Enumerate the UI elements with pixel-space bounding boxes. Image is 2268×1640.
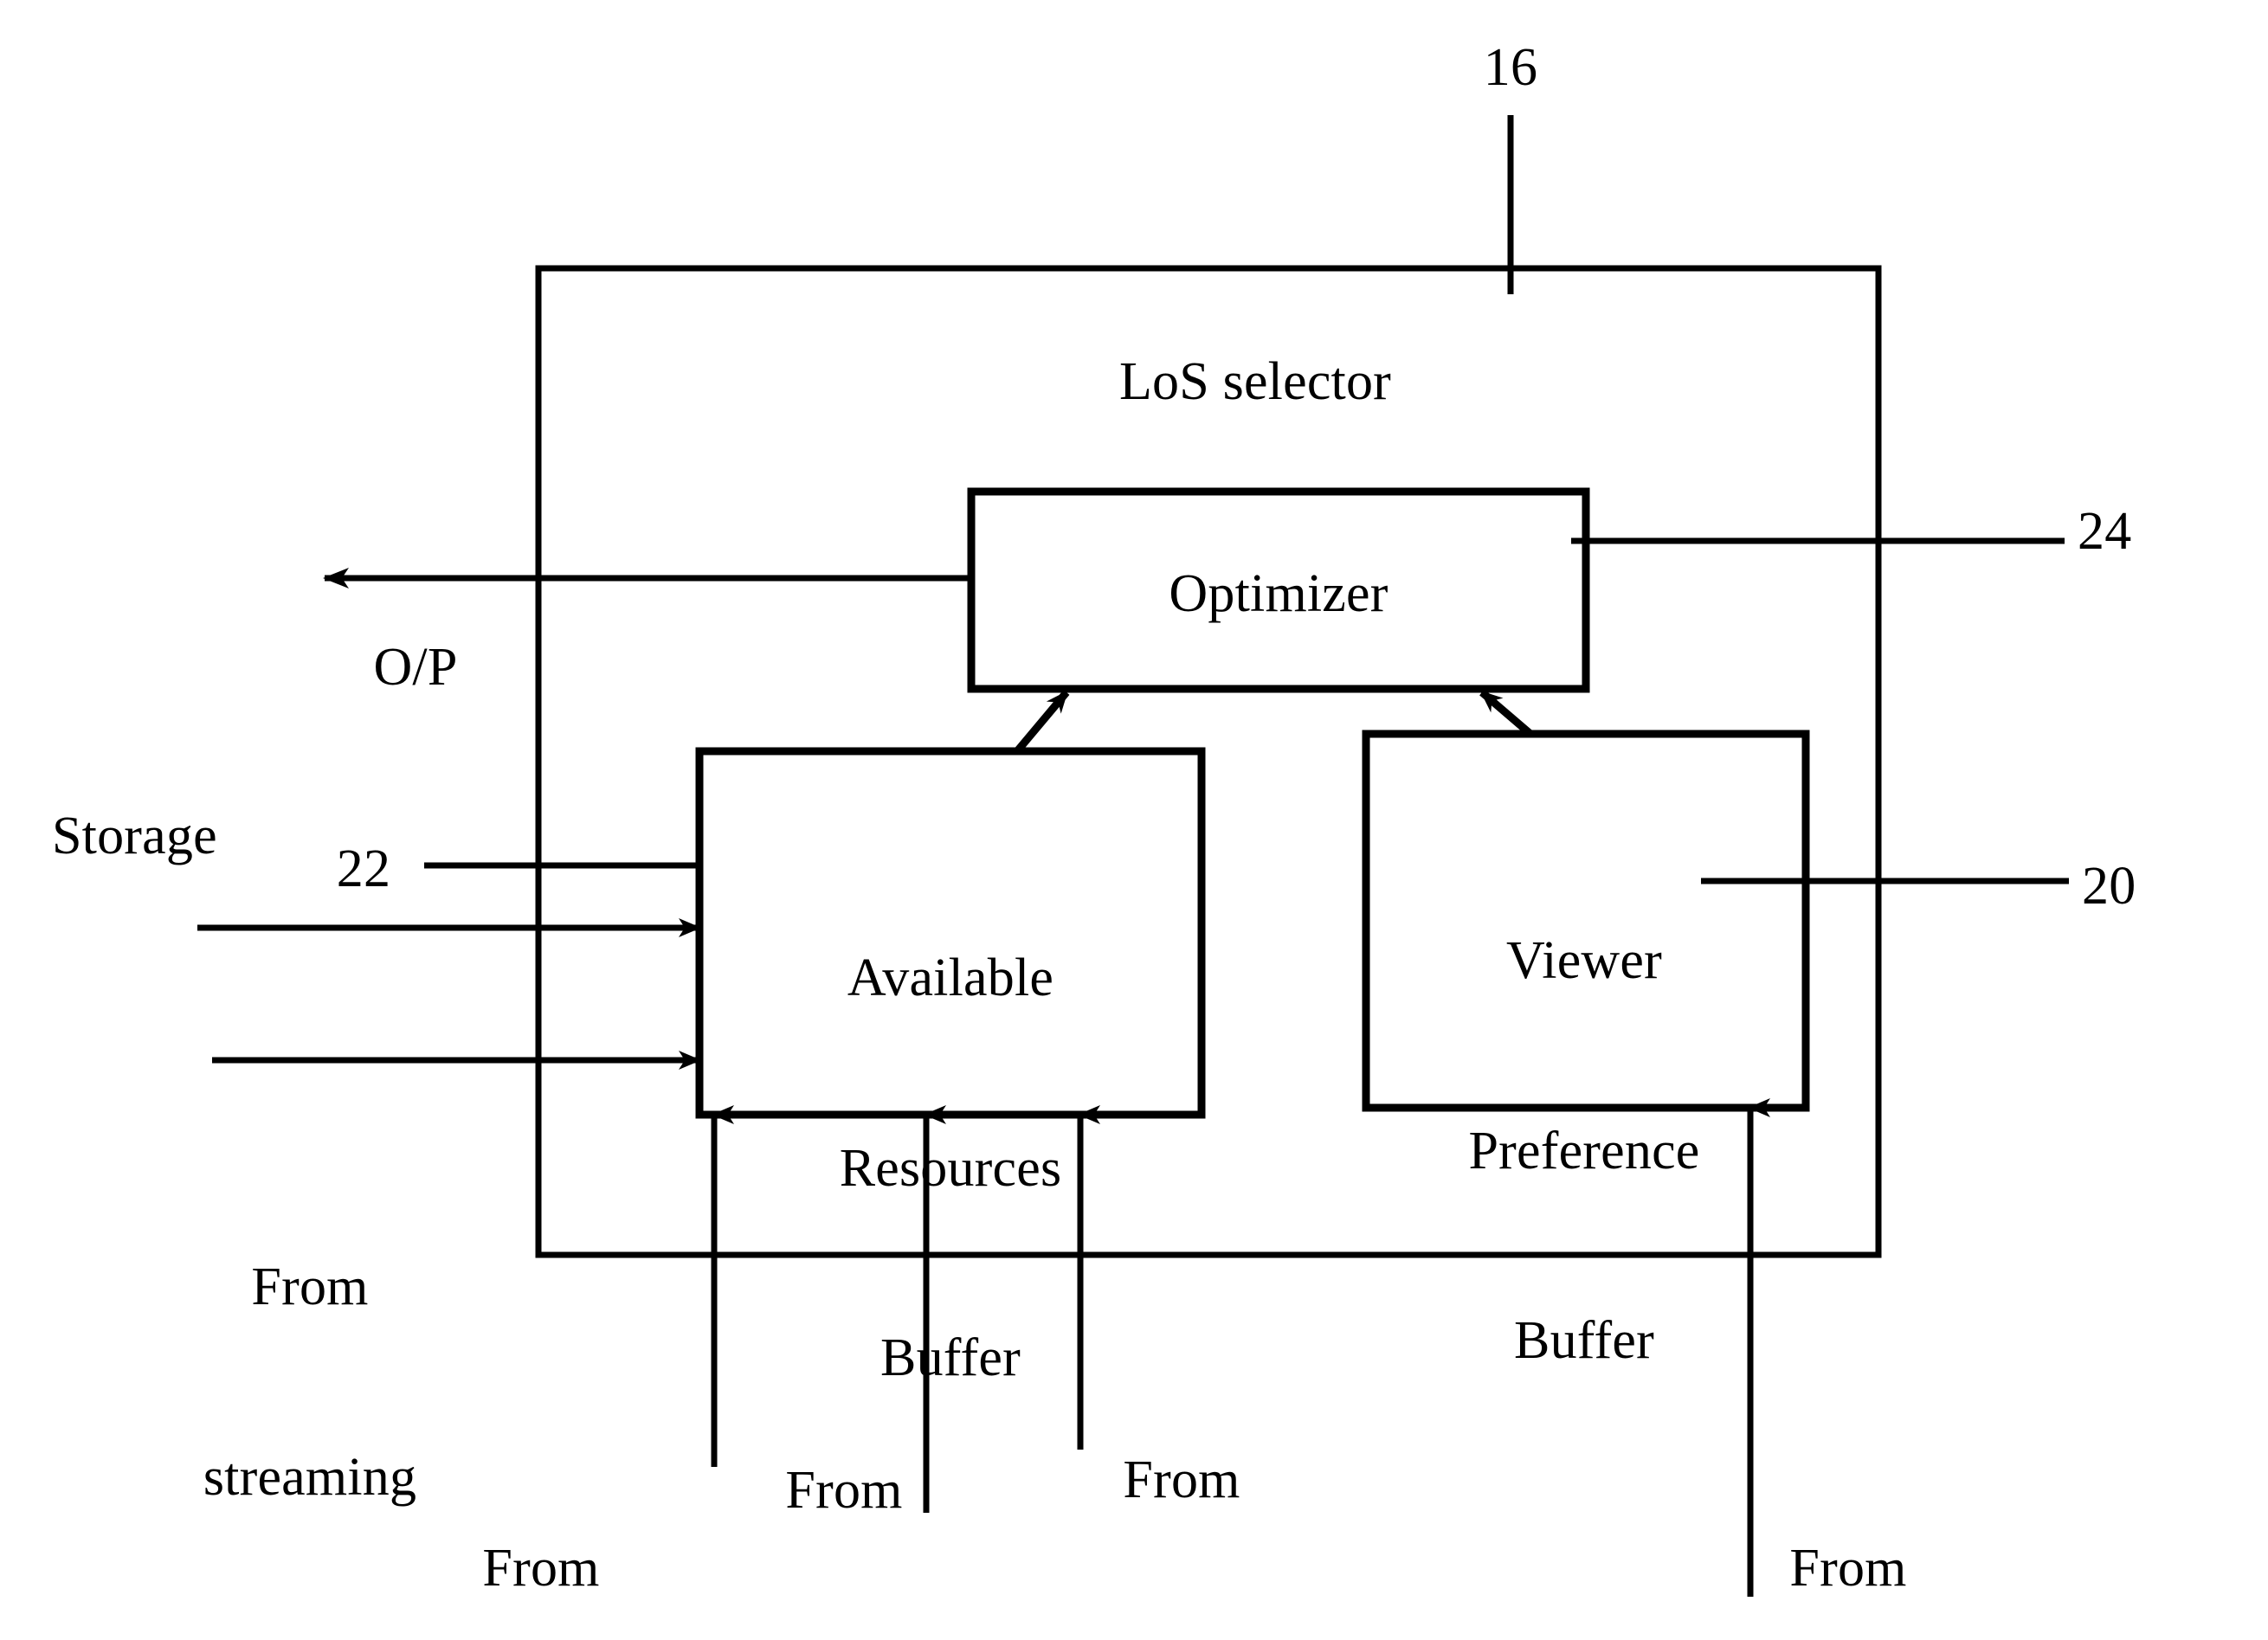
from-streaming-source-line-1: From xyxy=(251,1257,369,1317)
from-channel-label: From channel xyxy=(760,1333,928,1640)
ref-numeral-24: 24 xyxy=(2078,502,2132,561)
arb-label-line-1: Available xyxy=(847,949,1054,1008)
storage-label: Storage xyxy=(52,807,217,865)
ref-numeral-22: 22 xyxy=(336,839,391,898)
from-streaming-source-line-3: source xyxy=(203,1636,416,1640)
optimizer-label: Optimizer xyxy=(1169,564,1389,623)
from-streaming-source-line-2: streaming xyxy=(203,1447,417,1507)
figure-canvas: 16 LoS selector Optimizer 24 O/P Storage… xyxy=(0,0,2268,1640)
from-channel-line-1: From xyxy=(785,1461,903,1521)
vpb-to-optimizer-arrow xyxy=(1479,689,1533,737)
los-selector-title: LoS selector xyxy=(1118,352,1392,411)
vpb-label-line-1: Viewer xyxy=(1506,931,1662,991)
viewer-preference-buffer-label: Viewer Preference Buffer xyxy=(1468,803,1699,1500)
from-user-middle-label: From user xyxy=(1123,1322,1240,1640)
output-label: O/P xyxy=(373,638,458,697)
vpb-label-line-2: Preference xyxy=(1468,1121,1700,1180)
from-streaming-source-label: From streaming source xyxy=(203,1129,416,1640)
arb-to-optimizer-arrow xyxy=(1014,690,1070,754)
ref-numeral-16: 16 xyxy=(1483,38,1538,97)
from-user-right-line-1: From xyxy=(1789,1539,1907,1598)
ref-numeral-20: 20 xyxy=(2082,857,2136,916)
from-network-line-1: From xyxy=(482,1539,600,1598)
from-network-label: From Network xyxy=(447,1411,635,1640)
from-user-middle-line-1: From xyxy=(1123,1450,1240,1510)
arb-label-line-2: Resources xyxy=(839,1138,1062,1198)
from-user-right-label: From user xyxy=(1789,1411,1906,1640)
vpb-label-line-3: Buffer xyxy=(1514,1311,1654,1371)
